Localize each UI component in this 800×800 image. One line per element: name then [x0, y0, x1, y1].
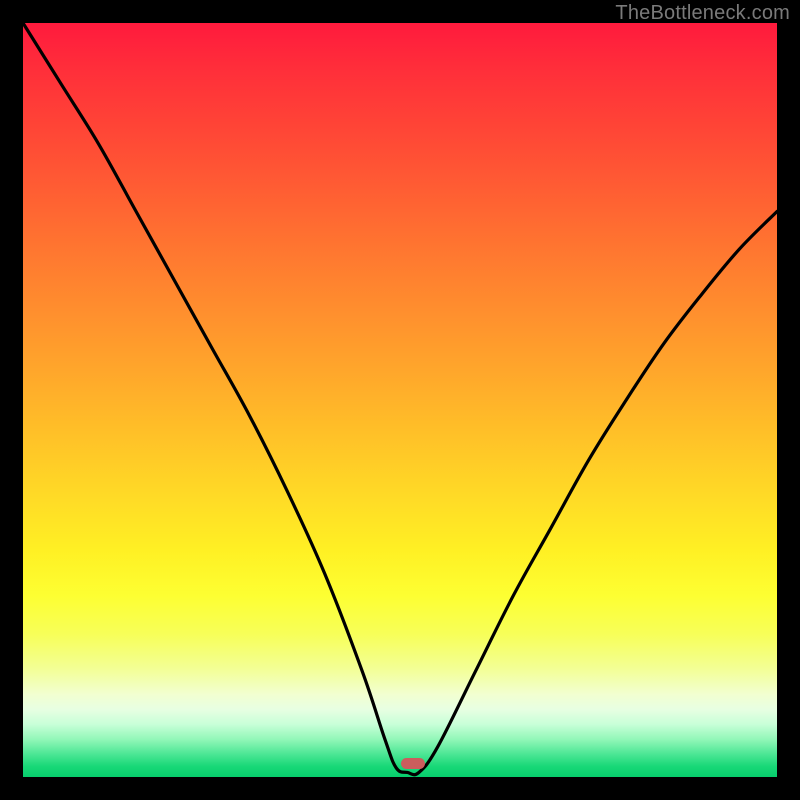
optimum-marker — [401, 758, 425, 769]
watermark-text: TheBottleneck.com — [615, 2, 790, 25]
bottleneck-curve-path — [23, 23, 777, 775]
outer-frame: TheBottleneck.com — [0, 0, 800, 800]
bottleneck-curve-svg — [23, 23, 777, 777]
